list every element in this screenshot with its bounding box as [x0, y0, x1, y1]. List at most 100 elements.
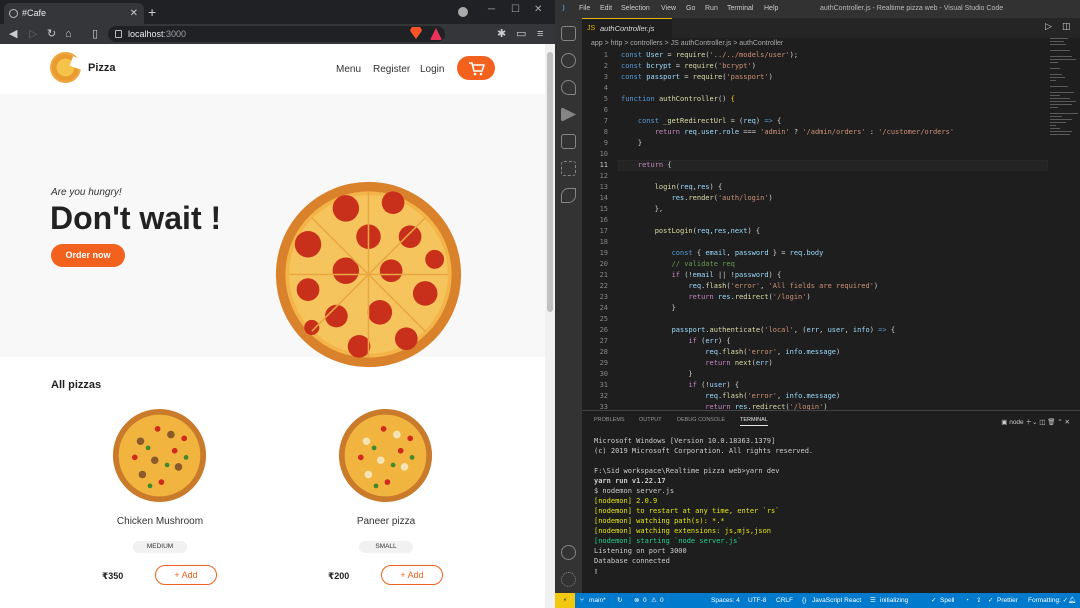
sync-icon[interactable]: ↻ — [617, 593, 622, 608]
accounts-icon[interactable] — [561, 545, 576, 560]
add-to-cart-button[interactable]: + Add — [155, 565, 217, 585]
line-number[interactable]: 14 — [582, 193, 608, 204]
line-number[interactable]: 2 — [582, 61, 608, 72]
menu-run[interactable]: Run — [705, 0, 718, 18]
line-number[interactable]: 27 — [582, 336, 608, 347]
cart-button[interactable] — [457, 56, 495, 80]
remote-explorer-icon[interactable] — [561, 134, 576, 149]
line-number[interactable]: 8 — [582, 127, 608, 138]
live-share-icon[interactable] — [561, 188, 576, 203]
maximize-panel-icon[interactable]: ⌃ — [1057, 419, 1062, 426]
line-number[interactable]: 4 — [582, 83, 608, 94]
minimize-icon[interactable]: ─ — [488, 4, 495, 15]
language-mode[interactable]: JavaScript React — [812, 593, 861, 608]
line-number[interactable]: 18 — [582, 237, 608, 248]
encoding[interactable]: UTF-8 — [748, 593, 766, 608]
kill-terminal-icon[interactable]: 🗑 — [1047, 419, 1057, 426]
minimap[interactable] — [1048, 38, 1080, 158]
line-number[interactable]: 5 — [582, 94, 608, 105]
tab-terminal[interactable]: TERMINAL — [740, 417, 768, 426]
code-editor[interactable]: 1 2 3 4 5 6 7 8 9 10 11 12 13 14 15 16 17 18 19 20 21 22 23 24 2… — [582, 50, 1072, 410]
file-tab[interactable]: JS authController.js — [582, 18, 672, 38]
nav-menu-link[interactable]: Menu — [336, 64, 361, 75]
error-count[interactable]: 0 — [643, 593, 647, 608]
line-number[interactable]: 19 — [582, 248, 608, 259]
page-scrollbar[interactable] — [545, 44, 555, 608]
menu-view[interactable]: View — [661, 0, 676, 18]
reload-icon[interactable]: ↻ — [47, 26, 56, 42]
line-ending[interactable]: CRLF — [776, 593, 793, 608]
formatting-status[interactable]: Formatting: ✓ — [1028, 593, 1068, 608]
tab-problems[interactable]: PROBLEMS — [594, 417, 625, 423]
line-number[interactable]: 30 — [582, 369, 608, 380]
line-number[interactable]: 33 — [582, 402, 608, 410]
line-number[interactable]: 3 — [582, 72, 608, 83]
line-number[interactable]: 20 — [582, 259, 608, 270]
line-number[interactable]: 12 — [582, 171, 608, 182]
url-input[interactable]: localhost:3000 — [108, 26, 445, 42]
window-close-icon[interactable]: ✕ — [534, 4, 542, 15]
extensions-icon[interactable]: ✱ — [497, 26, 506, 42]
search-icon[interactable] — [561, 53, 576, 68]
line-number[interactable]: 16 — [582, 215, 608, 226]
line-number[interactable]: 17 — [582, 226, 608, 237]
site-brand[interactable]: Pizza — [88, 62, 116, 74]
menu-file[interactable]: File — [579, 0, 590, 18]
nav-login-link[interactable]: Login — [420, 64, 444, 75]
close-tab-icon[interactable]: ✕ — [130, 3, 138, 24]
breadcrumb[interactable]: app > http > controllers > JS authContro… — [591, 38, 783, 50]
run-file-icon[interactable]: ▷ — [1045, 21, 1052, 32]
split-editor-icon[interactable]: ◫ — [1062, 21, 1071, 32]
nav-register-link[interactable]: Register — [373, 64, 410, 75]
line-number[interactable]: 9 — [582, 138, 608, 149]
explorer-icon[interactable] — [561, 26, 576, 41]
line-number[interactable]: 28 — [582, 347, 608, 358]
line-number[interactable]: 7 — [582, 116, 608, 127]
line-number[interactable]: 32 — [582, 391, 608, 402]
add-to-cart-button[interactable]: + Add — [381, 565, 443, 585]
line-number[interactable]: 15 — [582, 204, 608, 215]
site-info-icon[interactable] — [115, 30, 122, 38]
new-terminal-icon[interactable]: ＋⌄ — [1025, 419, 1039, 426]
bookmark-icon[interactable]: ▯ — [92, 26, 98, 42]
live-share-status[interactable]: ⇪ — [976, 593, 981, 608]
warning-count[interactable]: 0 — [660, 593, 664, 608]
extension-status[interactable]: initializing — [880, 593, 908, 608]
maximize-icon[interactable]: ☐ — [511, 4, 520, 15]
indentation[interactable]: Spaces: 4 — [711, 593, 740, 608]
new-tab-button[interactable]: + — [148, 3, 156, 21]
browser-tab[interactable]: #Cafe ✕ — [4, 3, 144, 24]
line-number[interactable]: 6 — [582, 105, 608, 116]
close-panel-icon[interactable]: ✕ — [1065, 419, 1070, 426]
bell-icon[interactable]: 🔔︎ — [1068, 593, 1076, 608]
tab-debug-console[interactable]: DEBUG CONSOLE — [677, 417, 725, 423]
terminal-shell-select[interactable]: node — [1009, 419, 1023, 426]
extensions-icon[interactable] — [561, 161, 576, 176]
menu-help[interactable]: Help — [764, 0, 778, 18]
menu-go[interactable]: Go — [686, 0, 695, 18]
line-number[interactable]: 29 — [582, 358, 608, 369]
menu-terminal[interactable]: Terminal — [727, 0, 753, 18]
line-number[interactable]: 13 — [582, 182, 608, 193]
menu-edit[interactable]: Edit — [600, 0, 612, 18]
terminal-output[interactable]: Microsoft Windows [Version 10.0.18363.13… — [594, 436, 813, 576]
code-text[interactable]: const User = require('../../models/user'… — [621, 50, 954, 410]
scrollbar-thumb[interactable] — [547, 52, 553, 312]
prettier-status[interactable]: Prettier — [997, 593, 1018, 608]
forward-icon[interactable]: ▷ — [29, 26, 37, 42]
line-number[interactable]: 26 — [582, 325, 608, 336]
line-number[interactable]: 1 — [582, 50, 608, 61]
settings-gear-icon[interactable] — [561, 572, 576, 587]
back-icon[interactable]: ◀ — [9, 26, 17, 42]
browser-menu-icon[interactable]: ≡ — [537, 26, 543, 42]
source-control-icon[interactable] — [561, 80, 576, 95]
git-branch[interactable]: main* — [589, 593, 606, 608]
wallet-icon[interactable]: ▭ — [516, 26, 526, 42]
line-number[interactable]: 11 — [582, 160, 608, 171]
home-icon[interactable]: ⌂ — [65, 26, 72, 42]
run-debug-icon[interactable] — [561, 107, 576, 122]
line-number[interactable]: 22 — [582, 281, 608, 292]
line-number[interactable]: 25 — [582, 314, 608, 325]
tab-output[interactable]: OUTPUT — [639, 417, 662, 423]
profile-icon[interactable] — [458, 7, 468, 17]
